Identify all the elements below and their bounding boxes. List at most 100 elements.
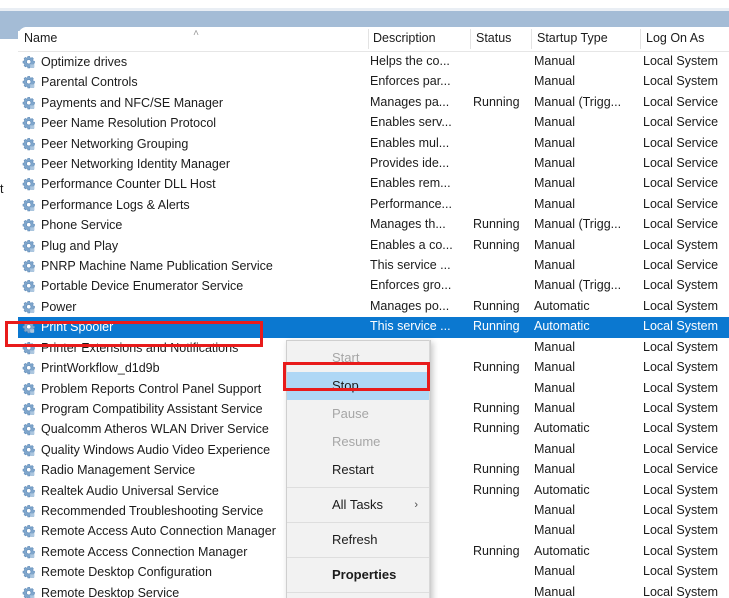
column-divider[interactable] bbox=[640, 29, 641, 49]
service-gear-icon bbox=[22, 341, 36, 355]
service-name-label: Performance Logs & Alerts bbox=[41, 197, 190, 212]
menu-item-start: Start bbox=[287, 344, 430, 372]
menu-separator bbox=[287, 592, 430, 593]
service-startup-cell: Manual bbox=[534, 135, 575, 150]
service-description-cell: Enforces par... bbox=[370, 74, 451, 89]
service-name-label: PNRP Machine Name Publication Service bbox=[41, 259, 273, 274]
service-gear-icon bbox=[22, 586, 36, 598]
service-description-cell: Enables serv... bbox=[370, 115, 452, 130]
service-gear-icon bbox=[22, 382, 36, 396]
service-startup-cell: Manual bbox=[534, 196, 575, 211]
service-description-cell: Manages th... bbox=[370, 217, 446, 232]
menu-item-restart[interactable]: Restart bbox=[287, 456, 430, 484]
service-description-cell: This service ... bbox=[370, 319, 451, 334]
table-row[interactable]: Payments and NFC/SE Manager Manages pa...… bbox=[18, 93, 729, 113]
service-gear-icon bbox=[22, 484, 36, 498]
service-logon-cell: Local System bbox=[643, 502, 719, 517]
service-name-label: Phone Service bbox=[41, 218, 123, 233]
service-status-cell: Running bbox=[473, 237, 520, 252]
table-row[interactable]: Phone Service Manages th... Running Manual … bbox=[18, 215, 729, 235]
service-name-cell: Plug and Play bbox=[22, 237, 118, 255]
service-logon-cell: Local System bbox=[643, 380, 719, 395]
service-name-label: Performance Counter DLL Host bbox=[41, 177, 216, 192]
menu-item-label: Stop bbox=[332, 378, 359, 393]
column-header-status[interactable]: Status bbox=[476, 31, 511, 45]
table-row[interactable]: Performance Logs & Alerts Performance... M… bbox=[18, 195, 729, 215]
column-header-description[interactable]: Description bbox=[373, 31, 436, 45]
service-description-cell: Performance... bbox=[370, 196, 452, 211]
submenu-chevron-right-icon: › bbox=[414, 499, 418, 511]
column-header-row: Name ˄ Description Status Startup Type L… bbox=[18, 27, 729, 52]
service-logon-cell: Local System bbox=[643, 564, 719, 579]
service-name-cell: Peer Networking Identity Manager bbox=[22, 155, 230, 173]
service-startup-cell: Manual bbox=[534, 156, 575, 171]
table-row[interactable]: Plug and Play Enables a co... Running Manua… bbox=[18, 236, 729, 256]
service-gear-icon bbox=[22, 239, 36, 253]
table-row[interactable]: Peer Networking Grouping Enables mul... Ma… bbox=[18, 134, 729, 154]
service-status-cell: Running bbox=[473, 217, 520, 232]
service-name-label: Qualcomm Atheros WLAN Driver Service bbox=[41, 422, 269, 437]
service-logon-cell: Local System bbox=[643, 339, 719, 354]
window-top-margin bbox=[0, 0, 729, 8]
service-gear-icon bbox=[22, 279, 36, 293]
service-status-cell: Running bbox=[473, 298, 520, 313]
service-logon-cell: Local System bbox=[643, 584, 719, 598]
menu-item-all-tasks[interactable]: All Tasks › bbox=[287, 491, 430, 519]
service-gear-icon bbox=[22, 96, 36, 110]
service-description-cell: Helps the co... bbox=[370, 54, 450, 68]
service-name-cell: Optimize drives bbox=[22, 53, 127, 71]
service-description-cell: Enables rem... bbox=[370, 176, 451, 191]
service-name-label: Realtek Audio Universal Service bbox=[41, 483, 219, 498]
service-logon-cell: Local System bbox=[643, 523, 719, 538]
service-startup-cell: Manual bbox=[534, 115, 575, 130]
service-name-cell: Peer Name Resolution Protocol bbox=[22, 114, 216, 132]
column-header-startup[interactable]: Startup Type bbox=[537, 31, 608, 45]
sort-ascending-icon: ˄ bbox=[193, 28, 199, 39]
table-row[interactable]: Peer Networking Identity Manager Provides… bbox=[18, 154, 729, 174]
column-divider[interactable] bbox=[368, 29, 369, 49]
column-header-logon[interactable]: Log On As bbox=[646, 31, 704, 45]
service-logon-cell: Local Service bbox=[643, 135, 719, 150]
table-row[interactable]: Power Manages po... Running Automatic Local … bbox=[18, 297, 729, 317]
menu-separator bbox=[287, 487, 430, 488]
service-startup-cell: Manual bbox=[534, 564, 575, 579]
table-row[interactable]: Performance Counter DLL Host Enables rem.… bbox=[18, 174, 729, 194]
menu-item-stop[interactable]: Stop bbox=[287, 372, 430, 400]
service-status-cell: Running bbox=[473, 421, 520, 436]
table-row[interactable]: Peer Name Resolution Protocol Enables ser… bbox=[18, 113, 729, 133]
service-name-cell: Realtek Audio Universal Service bbox=[22, 482, 219, 500]
service-gear-icon bbox=[22, 55, 36, 69]
service-name-cell: Portable Device Enumerator Service bbox=[22, 277, 243, 295]
service-name-label: PrintWorkflow_d1d9b bbox=[41, 361, 160, 376]
column-header-name[interactable]: Name bbox=[24, 31, 57, 45]
table-row[interactable]: PNRP Machine Name Publication Service Thi… bbox=[18, 256, 729, 276]
service-startup-cell: Manual bbox=[534, 339, 575, 354]
column-divider[interactable] bbox=[531, 29, 532, 49]
menu-item-label: Restart bbox=[332, 462, 374, 477]
menu-item-refresh[interactable]: Refresh bbox=[287, 526, 430, 554]
service-name-label: Peer Name Resolution Protocol bbox=[41, 116, 217, 131]
service-name-cell: Quality Windows Audio Video Experience bbox=[22, 441, 270, 459]
service-gear-icon bbox=[22, 565, 36, 579]
service-name-label: Remote Access Auto Connection Manager bbox=[41, 524, 276, 539]
sidebar-truncated-text: t bbox=[0, 182, 4, 196]
service-name-cell: Payments and NFC/SE Manager bbox=[22, 94, 223, 112]
service-logon-cell: Local System bbox=[643, 482, 719, 497]
service-logon-cell: Local Service bbox=[643, 258, 719, 273]
service-context-menu[interactable]: Start Stop Pause Resume Restart All Tasks › Ref… bbox=[286, 340, 431, 598]
table-row[interactable]: Optimize drives Helps the co... Manual Loca… bbox=[18, 52, 729, 72]
service-startup-cell: Manual bbox=[534, 523, 575, 538]
table-row[interactable]: Portable Device Enumerator Service Enforc… bbox=[18, 276, 729, 296]
table-row[interactable]: Parental Controls Enforces par... Manual Lo… bbox=[18, 72, 729, 92]
service-name-cell: Remote Desktop Service bbox=[22, 584, 179, 598]
service-name-label: Payments and NFC/SE Manager bbox=[41, 95, 224, 110]
service-name-cell: Printer Extensions and Notifications bbox=[22, 339, 238, 357]
menu-item-properties[interactable]: Properties bbox=[287, 561, 430, 589]
menu-item-label: Pause bbox=[332, 406, 369, 421]
service-startup-cell: Automatic bbox=[534, 482, 590, 497]
service-gear-icon bbox=[22, 504, 36, 518]
service-name-cell: Power bbox=[22, 298, 76, 316]
column-divider[interactable] bbox=[470, 29, 471, 49]
table-row-selected[interactable]: Print Spooler This service ... Running Auto… bbox=[18, 317, 729, 338]
service-gear-icon bbox=[22, 320, 36, 334]
